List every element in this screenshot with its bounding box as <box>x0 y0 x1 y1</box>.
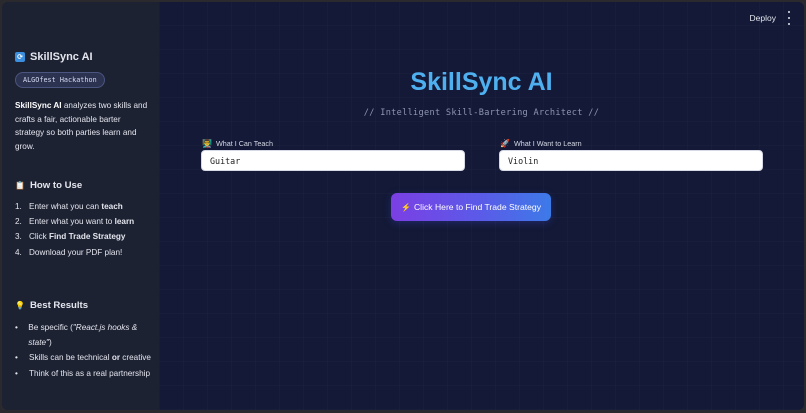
list-item: • Think of this as a real partnership <box>15 366 151 381</box>
rocket-icon: 🚀 <box>500 139 510 148</box>
bullet-icon: • <box>15 353 18 363</box>
hackathon-badge: ALGOfest Hackathon <box>15 72 105 88</box>
item-text: Skills can be technical <box>29 353 112 363</box>
list-item: 3. Click Find Trade Strategy <box>15 229 151 244</box>
sync-icon: ⟳ <box>15 52 25 62</box>
teacher-icon: 👨‍🏫 <box>202 139 212 148</box>
teach-label: 👨‍🏫 What I Can Teach <box>202 139 273 148</box>
list-item: • Be specific ("React.js hooks & state") <box>15 320 151 350</box>
how-to-list: 1. Enter what you can teach 2. Enter what … <box>15 199 151 260</box>
teach-label-text: What I Can Teach <box>215 139 273 148</box>
clipboard-icon: 📋 <box>15 181 25 190</box>
step-text: Enter what you want to <box>29 217 115 227</box>
cta-label: Click Here to Find Trade Strategy <box>413 202 542 212</box>
step-number: 3. <box>15 232 22 242</box>
app-window: ⟳ SkillSync AI ALGOfest Hackathon SkillS… <box>2 2 804 410</box>
step-bold: teach <box>101 202 123 211</box>
sidebar-app-title: ⟳ SkillSync AI <box>15 51 93 63</box>
list-item: 2. Enter what you want to learn <box>15 214 151 229</box>
page-title: SkillSync AI <box>410 68 553 96</box>
step-text: Enter what you can <box>29 202 102 211</box>
bullet-icon: • <box>15 323 18 332</box>
item-text: creative <box>120 353 151 363</box>
bullet-icon: • <box>15 368 18 378</box>
step-number: 4. <box>15 247 22 257</box>
step-text: Click <box>29 232 50 242</box>
learn-input[interactable] <box>499 150 763 171</box>
list-item: • Skills can be technical or creative <box>15 350 151 365</box>
best-results-heading: 💡 Best Results <box>15 300 88 311</box>
how-to-heading: 📋 How to Use <box>15 180 82 191</box>
learn-label-text: What I Want to Learn <box>513 139 582 148</box>
lightning-icon: ⚡ <box>400 202 411 212</box>
main-content: Deploy SkillSync AI // Intelligent Skill… <box>159 2 804 410</box>
item-bold: or <box>111 353 121 363</box>
item-text: Think of this as a real partnership <box>29 368 151 378</box>
page-subtitle: // Intelligent Skill-Bartering Architect… <box>363 108 600 118</box>
step-bold: Find Trade Strategy <box>49 232 126 242</box>
best-results-title: Best Results <box>29 300 89 311</box>
lightbulb-icon: 💡 <box>15 301 25 310</box>
step-number: 1. <box>15 202 22 211</box>
description-bold: SkillSync AI <box>15 101 62 110</box>
find-trade-strategy-button[interactable]: ⚡ Click Here to Find Trade Strategy <box>391 193 551 221</box>
step-bold: learn <box>114 217 135 227</box>
sidebar: ⟳ SkillSync AI ALGOfest Hackathon SkillS… <box>2 2 159 410</box>
how-to-title: How to Use <box>29 180 83 191</box>
list-item: 1. Enter what you can teach <box>15 199 151 214</box>
sidebar-description: SkillSync AI analyzes two skills and cra… <box>15 99 151 153</box>
item-text: Be specific ( <box>28 323 73 332</box>
step-text: Download your PDF plan! <box>29 247 123 257</box>
item-text: ) <box>48 338 52 348</box>
kebab-menu-icon[interactable] <box>786 11 792 25</box>
learn-label: 🚀 What I Want to Learn <box>500 139 582 148</box>
teach-input[interactable] <box>201 150 465 171</box>
best-results-list: • Be specific ("React.js hooks & state") … <box>15 320 151 381</box>
sidebar-title-text: SkillSync AI <box>30 51 93 63</box>
top-bar: Deploy <box>159 2 804 34</box>
deploy-button[interactable]: Deploy <box>750 13 776 23</box>
step-number: 2. <box>15 217 22 227</box>
list-item: 4. Download your PDF plan! <box>15 245 151 260</box>
